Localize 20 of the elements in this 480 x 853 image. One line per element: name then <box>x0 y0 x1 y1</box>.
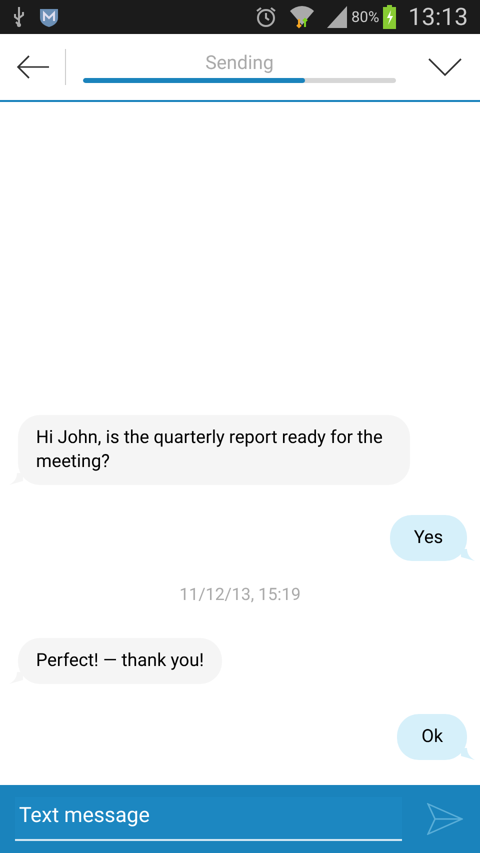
battery-icon <box>383 5 396 29</box>
clock: 13:13 <box>408 2 468 33</box>
chevron-down-icon <box>428 58 462 76</box>
sending-status: Sending <box>205 51 274 75</box>
incoming-message: Hi John, is the quarterly report ready for the meeting? <box>18 414 410 484</box>
outgoing-message: Yes <box>390 514 467 560</box>
outgoing-message: Ok <box>397 714 467 760</box>
incoming-message: Perfect! — thank you! <box>18 638 222 684</box>
shield-icon <box>38 6 60 28</box>
back-arrow-icon <box>16 55 50 79</box>
battery-percent: 80% <box>351 6 380 28</box>
timestamp: 11/12/13, 15:19 <box>179 584 301 606</box>
message-input[interactable]: Text message <box>15 797 402 841</box>
wifi-icon <box>289 5 316 29</box>
signal-icon <box>327 6 348 28</box>
bubble-tail <box>461 548 475 560</box>
bubble-tail <box>461 748 475 760</box>
send-icon <box>427 803 463 835</box>
usb-icon <box>12 6 26 28</box>
alarm-icon <box>255 6 278 28</box>
